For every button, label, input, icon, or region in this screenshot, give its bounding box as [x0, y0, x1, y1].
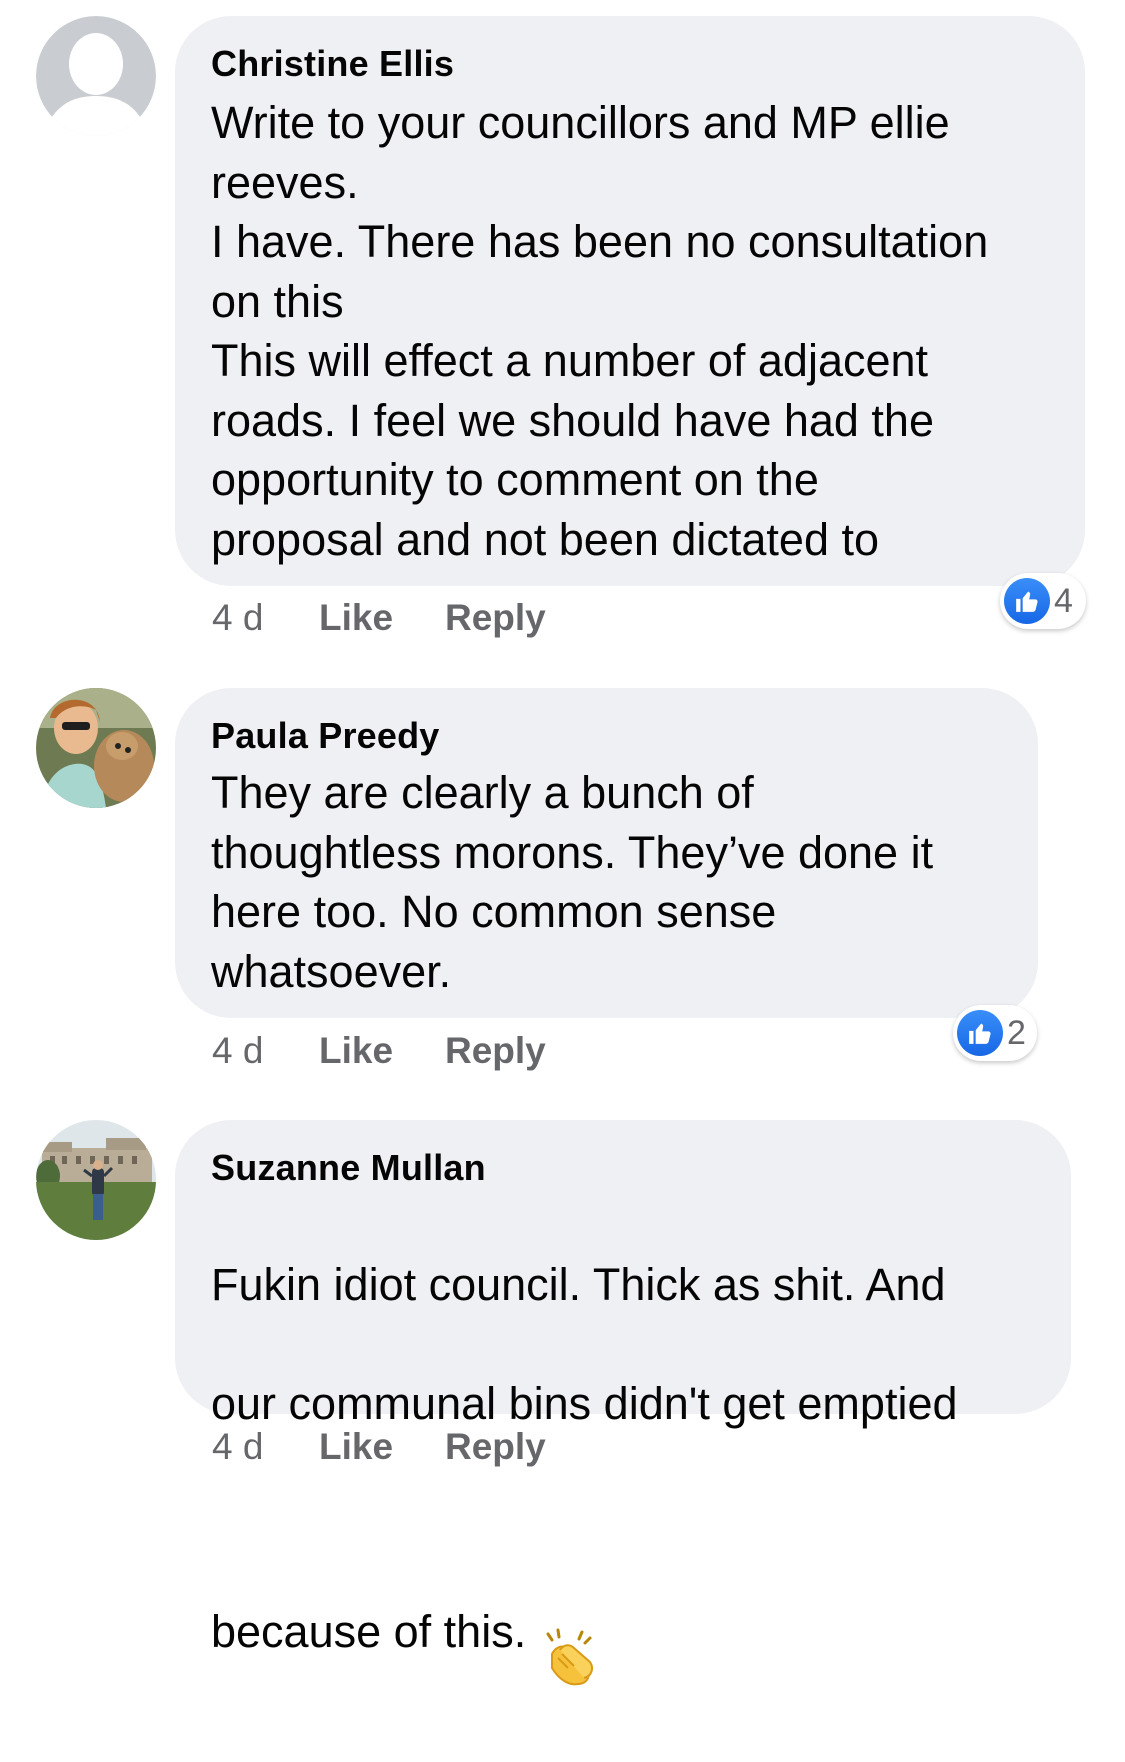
- comment-author[interactable]: Suzanne Mullan: [211, 1146, 1035, 1190]
- like-button[interactable]: Like: [319, 1426, 445, 1468]
- comment-text: Fukin idiot council. Thick as shit. And …: [211, 1195, 1035, 1762]
- comment-text-line: our communal bins didn't get emptied: [211, 1377, 958, 1429]
- comment-time[interactable]: 4 d: [212, 1426, 319, 1468]
- clapping-hands-icon: [538, 1568, 598, 1702]
- comment-text-line: Fukin idiot council. Thick as shit. And: [211, 1258, 946, 1310]
- comment-actions: 4 d Like Reply: [212, 1426, 546, 1468]
- profile-photo-icon: [36, 1120, 156, 1240]
- comment: Suzanne Mullan Fukin idiot council. Thic…: [0, 0, 1125, 1685]
- reply-button[interactable]: Reply: [445, 1426, 546, 1468]
- comment-bubble: Suzanne Mullan Fukin idiot council. Thic…: [175, 1120, 1071, 1685]
- avatar[interactable]: [36, 1120, 156, 1240]
- comment-text-line: because of this.: [211, 1605, 527, 1657]
